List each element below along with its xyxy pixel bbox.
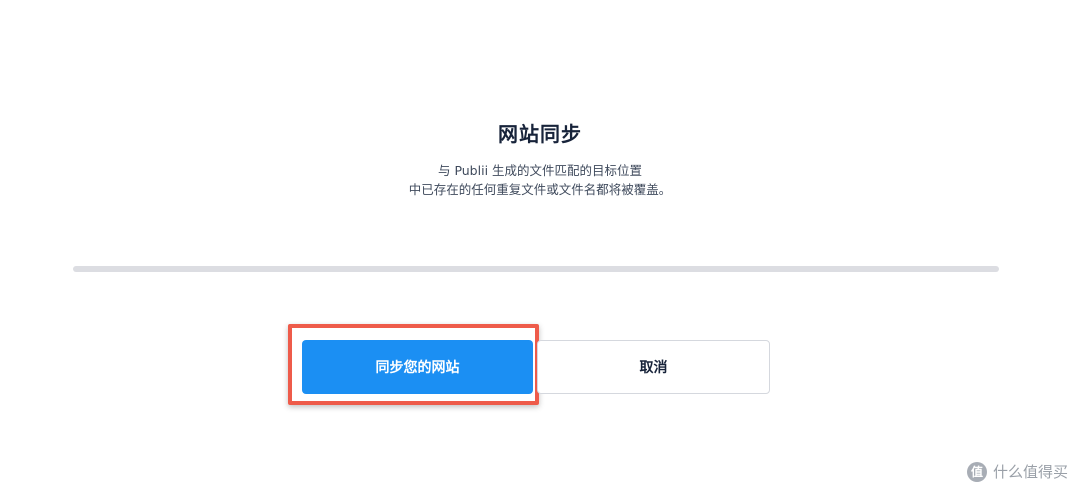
- description-line-2: 中已存在的任何重复文件或文件名都将被覆盖。: [408, 182, 672, 197]
- dialog-title: 网站同步: [498, 122, 582, 146]
- dialog-description: 与 Publii 生成的文件匹配的目标位置 中已存在的任何重复文件或文件名都将被…: [0, 161, 1080, 199]
- sync-website-button[interactable]: 同步您的网站: [302, 340, 533, 394]
- description-line-1: 与 Publii 生成的文件匹配的目标位置: [437, 163, 643, 178]
- watermark-logo-icon: 值: [966, 461, 987, 482]
- sync-progress-bar: [73, 266, 999, 272]
- cancel-button[interactable]: 取消: [537, 340, 770, 394]
- watermark-text: 什么值得买: [992, 463, 1068, 481]
- watermark: 值 什么值得买: [966, 461, 1068, 482]
